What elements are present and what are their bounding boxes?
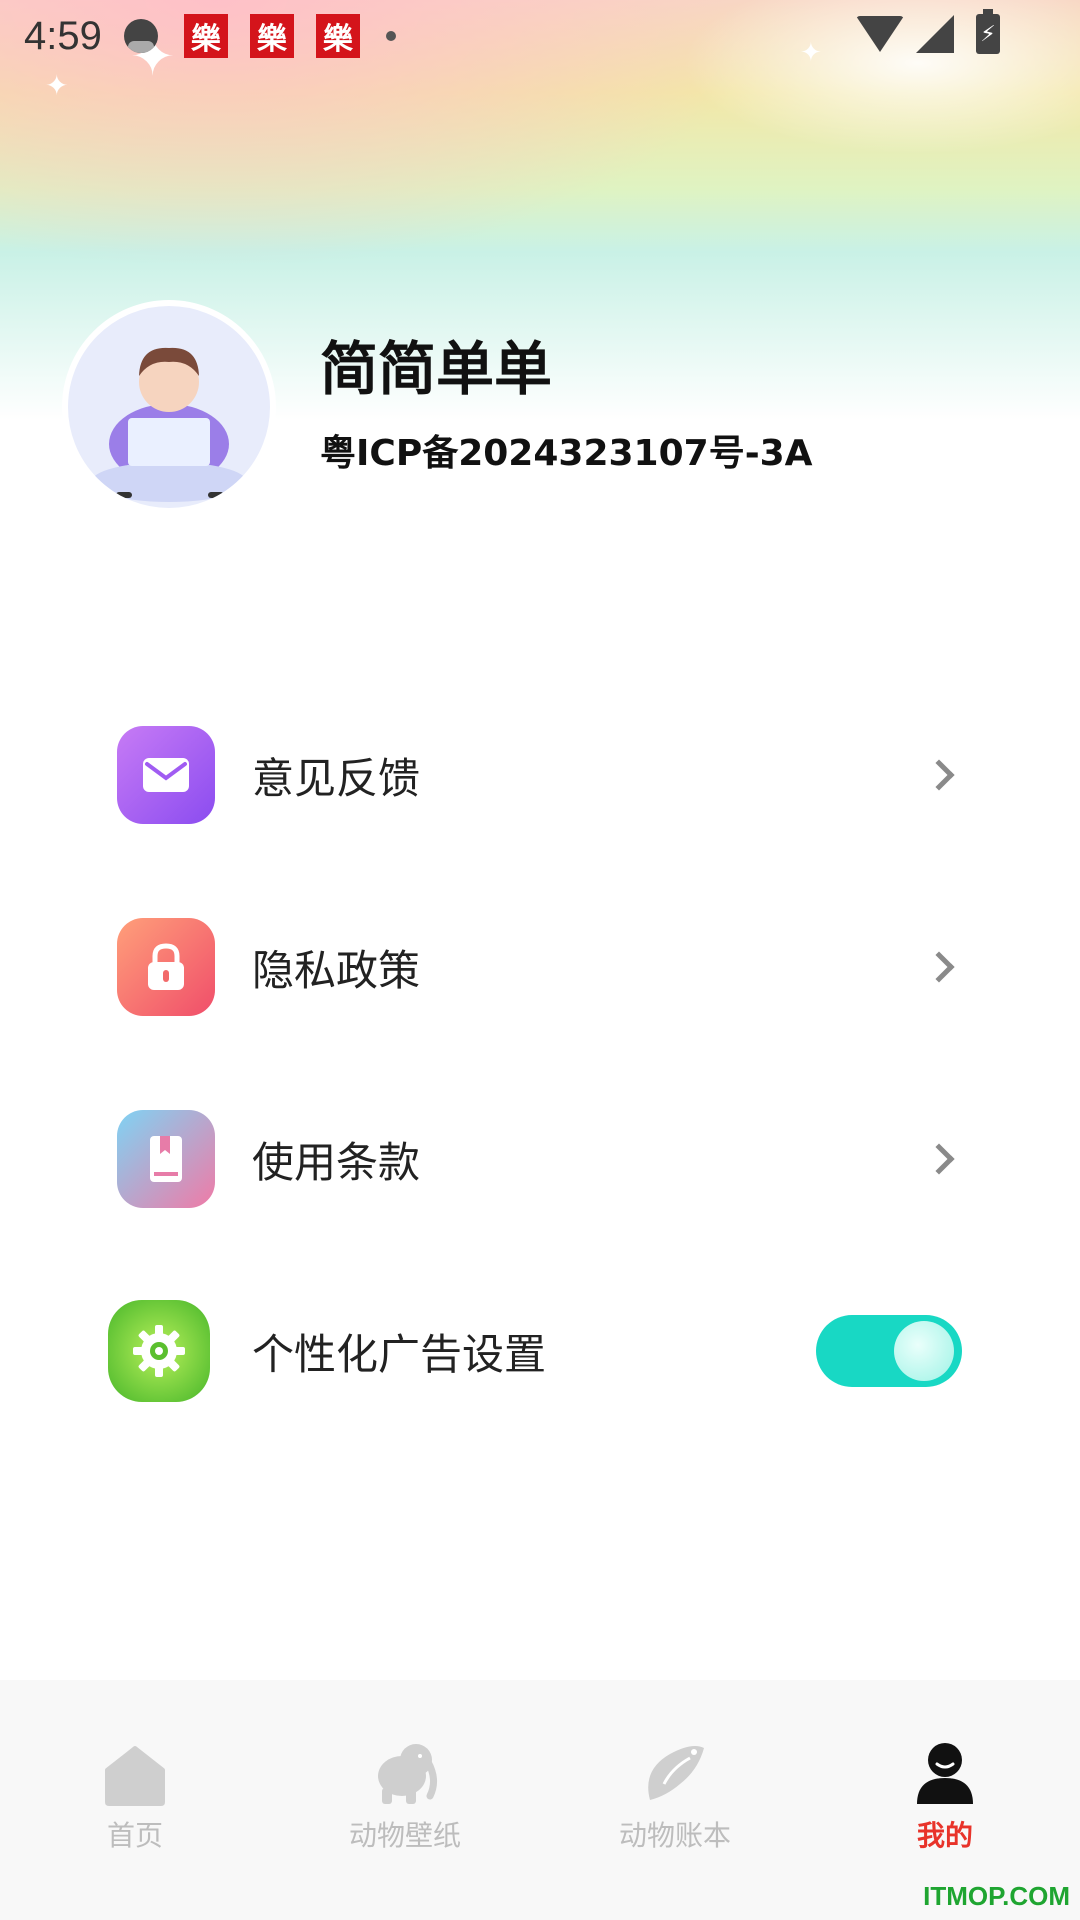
toggle-knob[interactable] bbox=[894, 1321, 954, 1381]
tab-mine[interactable]: 我的 bbox=[865, 1740, 1025, 1854]
menu-item-personalized-ads: 个性化广告设置 bbox=[0, 1291, 1080, 1411]
notification-icon bbox=[123, 19, 158, 53]
tab-animal-ledger[interactable]: 动物账本 bbox=[595, 1740, 755, 1854]
personalized-ads-toggle[interactable] bbox=[816, 1315, 962, 1387]
book-icon bbox=[117, 1110, 215, 1208]
tab-label: 动物账本 bbox=[618, 1819, 731, 1852]
menu-item-label: 意见反馈 bbox=[252, 753, 421, 803]
status-bar: 4:59 樂 樂 樂 ⚡ bbox=[0, 0, 1080, 72]
tab-label: 动物壁纸 bbox=[348, 1819, 461, 1852]
menu-item-label: 隐私政策 bbox=[252, 945, 421, 995]
status-time: 4:59 bbox=[24, 13, 102, 58]
menu-item-label: 使用条款 bbox=[252, 1137, 421, 1187]
battery-icon: ⚡ bbox=[976, 9, 1000, 54]
tab-label: 首页 bbox=[106, 1819, 163, 1852]
animal-icon bbox=[640, 1740, 710, 1806]
chevron-right-icon bbox=[923, 759, 955, 791]
avatar[interactable] bbox=[62, 300, 276, 514]
mail-icon bbox=[117, 726, 215, 824]
gear-icon bbox=[108, 1300, 210, 1402]
icp-number: 粤ICP备2024323107号-3A bbox=[320, 432, 813, 474]
app-notification-icon: 樂 bbox=[183, 14, 228, 58]
watermark: ITMOP.COM bbox=[923, 1881, 1070, 1911]
avatar-illustration bbox=[91, 347, 247, 502]
app-notification-icon: 樂 bbox=[249, 14, 294, 58]
app-notification-icon: 樂 bbox=[315, 14, 360, 58]
profile-section: 简简单单 粤ICP备2024323107号-3A bbox=[62, 300, 813, 514]
menu-item-feedback[interactable]: 意见反馈 bbox=[0, 715, 1080, 835]
menu-item-label: 个性化广告设置 bbox=[252, 1329, 547, 1379]
menu-item-privacy-policy[interactable]: 隐私政策 bbox=[0, 907, 1080, 1027]
tab-label: 我的 bbox=[916, 1819, 973, 1852]
menu-item-terms-of-use[interactable]: 使用条款 bbox=[0, 1099, 1080, 1219]
bottom-tab-bar: 首页 动物壁纸 动物账本 我的 ITMOP.COM bbox=[0, 1680, 1080, 1920]
sparkle-icon: ✦ bbox=[45, 69, 69, 102]
wifi-icon bbox=[856, 16, 904, 52]
elephant-icon bbox=[370, 1740, 440, 1806]
chevron-right-icon bbox=[923, 951, 955, 983]
more-notifications-icon bbox=[385, 31, 396, 41]
tab-animal-wallpaper[interactable]: 动物壁纸 bbox=[325, 1740, 485, 1854]
tab-home[interactable]: 首页 bbox=[55, 1740, 215, 1854]
person-icon bbox=[913, 1740, 977, 1806]
profile-name: 简简单单 bbox=[320, 335, 553, 404]
home-icon bbox=[103, 1740, 167, 1806]
chevron-right-icon bbox=[923, 1143, 955, 1175]
signal-icon bbox=[916, 15, 954, 53]
lock-icon bbox=[117, 918, 215, 1016]
